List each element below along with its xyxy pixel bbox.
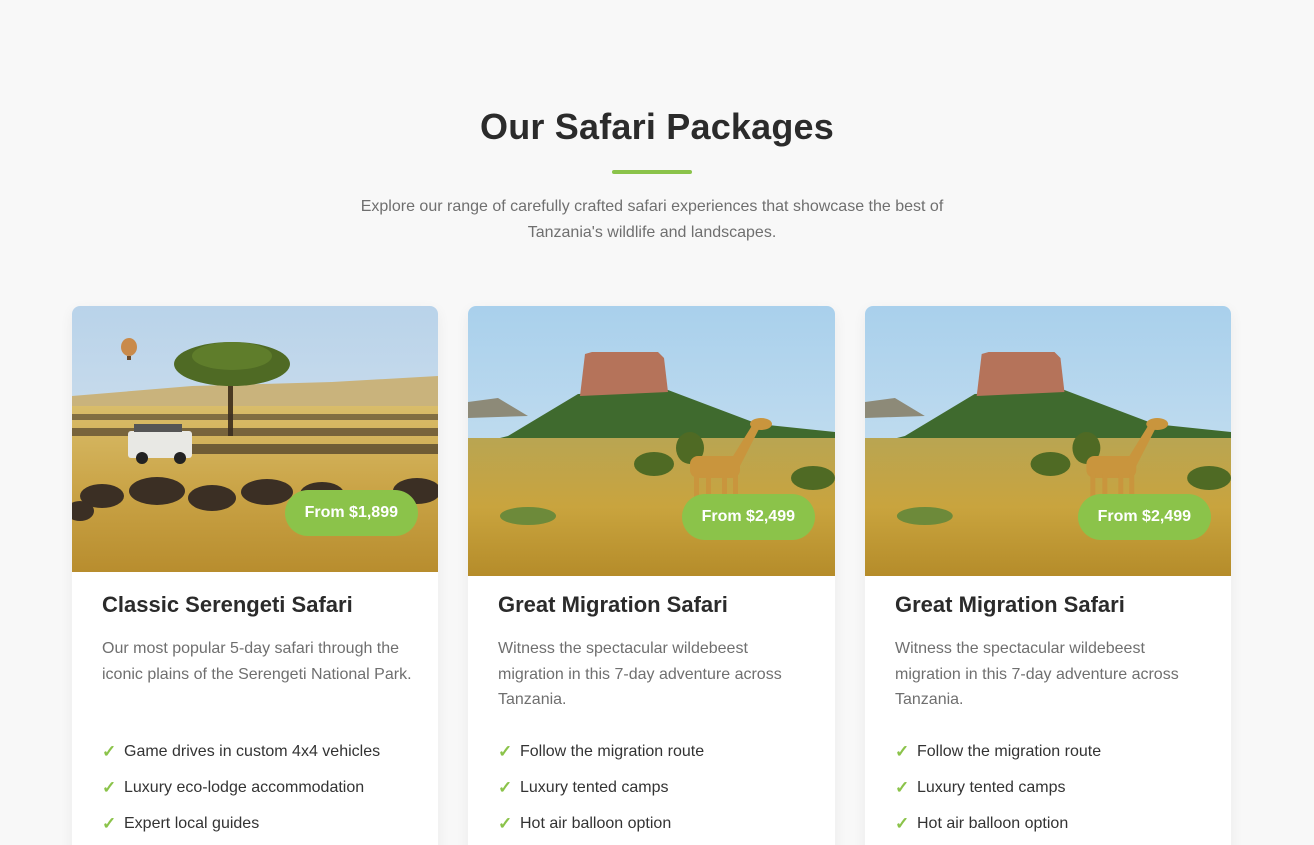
feature-label: Follow the migration route — [917, 743, 1102, 760]
check-icon: ✓ — [498, 742, 513, 761]
price-badge: From $2,499 — [1077, 494, 1211, 540]
feature-item: ✓ Luxury tented camps — [498, 770, 704, 806]
package-card[interactable]: From $2,499 Great Migration Safari Witne… — [865, 306, 1231, 845]
giraffe-mesa-photo: From $2,499 — [865, 306, 1231, 576]
feature-label: Hot air balloon option — [917, 815, 1069, 832]
feature-label: Luxury tented camps — [520, 779, 669, 796]
package-title[interactable]: Great Migration Safari — [498, 592, 728, 618]
feature-label: Follow the migration route — [520, 743, 705, 760]
price-badge: From $1,899 — [284, 490, 418, 536]
package-card[interactable]: From $2,499 Great Migration Safari Witne… — [468, 306, 835, 845]
feature-item: ✓ Hot air balloon option — [895, 806, 1101, 842]
feature-item: ✓ Luxury tented camps — [895, 770, 1101, 806]
title-divider — [612, 170, 692, 174]
check-icon: ✓ — [498, 778, 513, 797]
check-icon: ✓ — [102, 814, 117, 833]
feature-list: ✓ Follow the migration route ✓ Luxury te… — [895, 734, 1101, 842]
feature-item: ✓ Follow the migration route — [498, 734, 704, 770]
giraffe-mesa-photo: From $2,499 — [468, 306, 835, 576]
check-icon: ✓ — [895, 778, 910, 797]
safari-packages-section: Our Safari Packages Explore our range of… — [0, 0, 1314, 845]
section-title: Our Safari Packages — [480, 106, 834, 147]
check-icon: ✓ — [102, 778, 117, 797]
feature-label: Game drives in custom 4x4 vehicles — [124, 743, 381, 760]
package-description: Witness the spectacular wildebeest migra… — [895, 640, 1179, 708]
feature-item: ✓ Expert local guides — [102, 806, 380, 842]
check-icon: ✓ — [895, 814, 910, 833]
package-card[interactable]: From $1,899 Classic Serengeti Safari Our… — [72, 306, 438, 845]
package-description: Our most popular 5-day safari through th… — [102, 640, 412, 683]
feature-list: ✓ Follow the migration route ✓ Luxury te… — [498, 734, 704, 842]
package-description: Witness the spectacular wildebeest migra… — [498, 640, 782, 708]
feature-label: Hot air balloon option — [520, 815, 672, 832]
feature-label: Luxury tented camps — [917, 779, 1066, 796]
section-subtitle: Explore our range of carefully crafted s… — [360, 198, 944, 241]
feature-item: ✓ Hot air balloon option — [498, 806, 704, 842]
package-title[interactable]: Great Migration Safari — [895, 592, 1125, 618]
check-icon: ✓ — [498, 814, 513, 833]
check-icon: ✓ — [102, 742, 117, 761]
price-badge: From $2,499 — [681, 494, 815, 540]
package-title[interactable]: Classic Serengeti Safari — [102, 592, 353, 618]
feature-item: ✓ Luxury eco-lodge accommodation — [102, 770, 380, 806]
feature-item: ✓ Game drives in custom 4x4 vehicles — [102, 734, 380, 770]
feature-list: ✓ Game drives in custom 4x4 vehicles ✓ L… — [102, 734, 380, 842]
feature-item: ✓ Follow the migration route — [895, 734, 1101, 770]
serengeti-wildebeest-photo: From $1,899 — [72, 306, 438, 572]
feature-label: Luxury eco-lodge accommodation — [124, 779, 365, 796]
feature-label: Expert local guides — [124, 815, 260, 832]
check-icon: ✓ — [895, 742, 910, 761]
